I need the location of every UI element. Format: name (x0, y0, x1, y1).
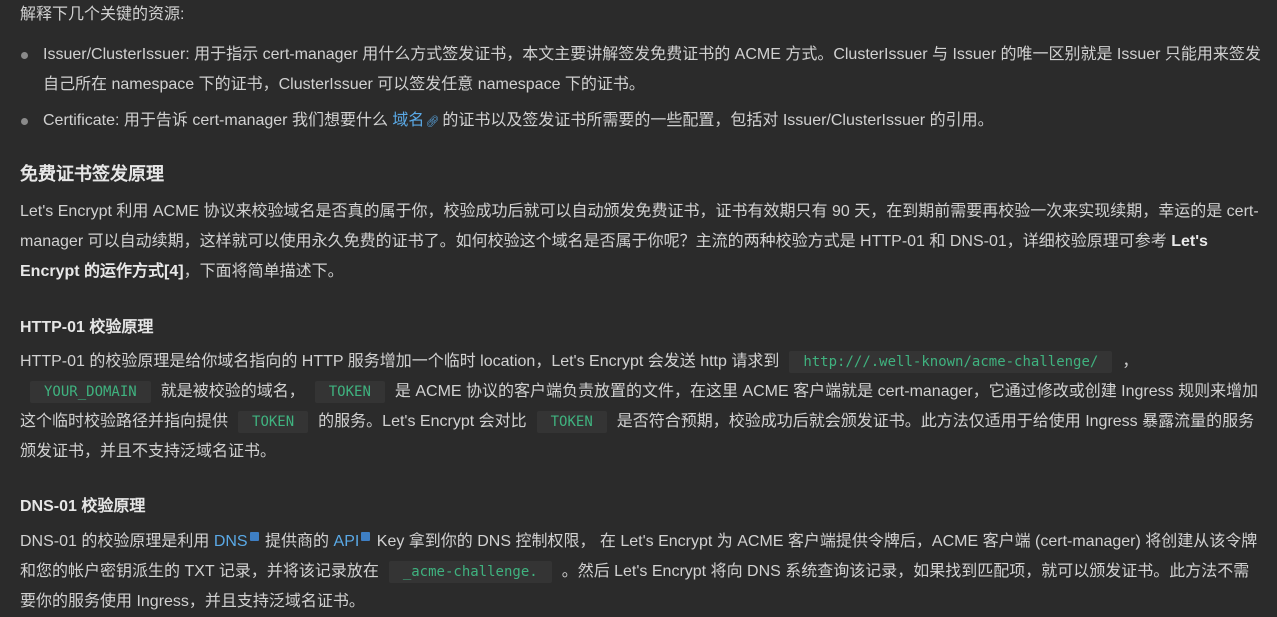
code-domain: YOUR_DOMAIN (30, 381, 151, 403)
http01-heading: HTTP-01 校验原理 (20, 319, 154, 336)
paragraph-text: 就是被校验的域名， (160, 383, 305, 400)
http01-paragraph: HTTP-01 的校验原理是给你域名指向的 HTTP 服务增加一个临时 loca… (20, 347, 1265, 467)
paragraph-text: DNS-01 的校验原理是利用 (20, 533, 210, 550)
dns-link[interactable]: DNS (214, 533, 248, 550)
resource-list: Issuer/ClusterIssuer: 用于指示 cert-manager … (20, 40, 1270, 143)
list-item: Certificate: 用于告诉 cert-manager 我们想要什么 域名… (20, 106, 1270, 137)
bullet-certificate-text: Certificate: 用于告诉 cert-manager 我们想要什么 (43, 112, 388, 129)
paragraph-text-end: ，下面将简单描述下。 (183, 263, 344, 280)
paragraph-text: 的服务。Let's Encrypt 会对比 (318, 413, 527, 430)
book-icon (361, 532, 371, 541)
section-paragraph: Let's Encrypt 利用 ACME 协议来校验域名是否真的属于你，校验成… (20, 197, 1265, 287)
code-url: http:///.well-known/acme-challenge/ (789, 351, 1113, 373)
dns01-heading: DNS-01 校验原理 (20, 498, 146, 515)
link-icon: 🔗︎ (425, 116, 440, 128)
paragraph-text: HTTP-01 的校验原理是给你域名指向的 HTTP 服务增加一个临时 loca… (20, 353, 780, 370)
domain-link[interactable]: 域名 (392, 112, 424, 129)
paragraph-text: Let's Encrypt 利用 ACME 协议来校验域名是否真的属于你，校验成… (20, 203, 1259, 250)
intro-text: 解释下几个关键的资源: (20, 6, 185, 23)
paragraph-text: 提供商的 (265, 533, 330, 550)
list-item: Issuer/ClusterIssuer: 用于指示 cert-manager … (20, 40, 1270, 100)
section-heading: 免费证书签发原理 (20, 164, 164, 184)
paragraph-text: ， (1122, 353, 1139, 370)
bullet-certificate-text-2: 的证书以及签发证书所需要的一些配置，包括对 Issuer/ClusterIssu… (442, 112, 994, 129)
code-acme-challenge: _acme-challenge. (388, 561, 552, 583)
dns01-paragraph: DNS-01 的校验原理是利用 DNS 提供商的 API Key 拿到你的 DN… (20, 527, 1265, 617)
bullet-issuer-text: Issuer/ClusterIssuer: 用于指示 cert-manager … (43, 46, 1261, 93)
code-token: TOKEN (238, 411, 309, 433)
article: 解释下几个关键的资源: Issuer/ClusterIssuer: 用于指示 c… (0, 0, 1277, 617)
code-token: TOKEN (314, 381, 385, 403)
api-link[interactable]: API (334, 533, 360, 550)
book-icon (249, 532, 259, 541)
code-token: TOKEN (536, 411, 607, 433)
